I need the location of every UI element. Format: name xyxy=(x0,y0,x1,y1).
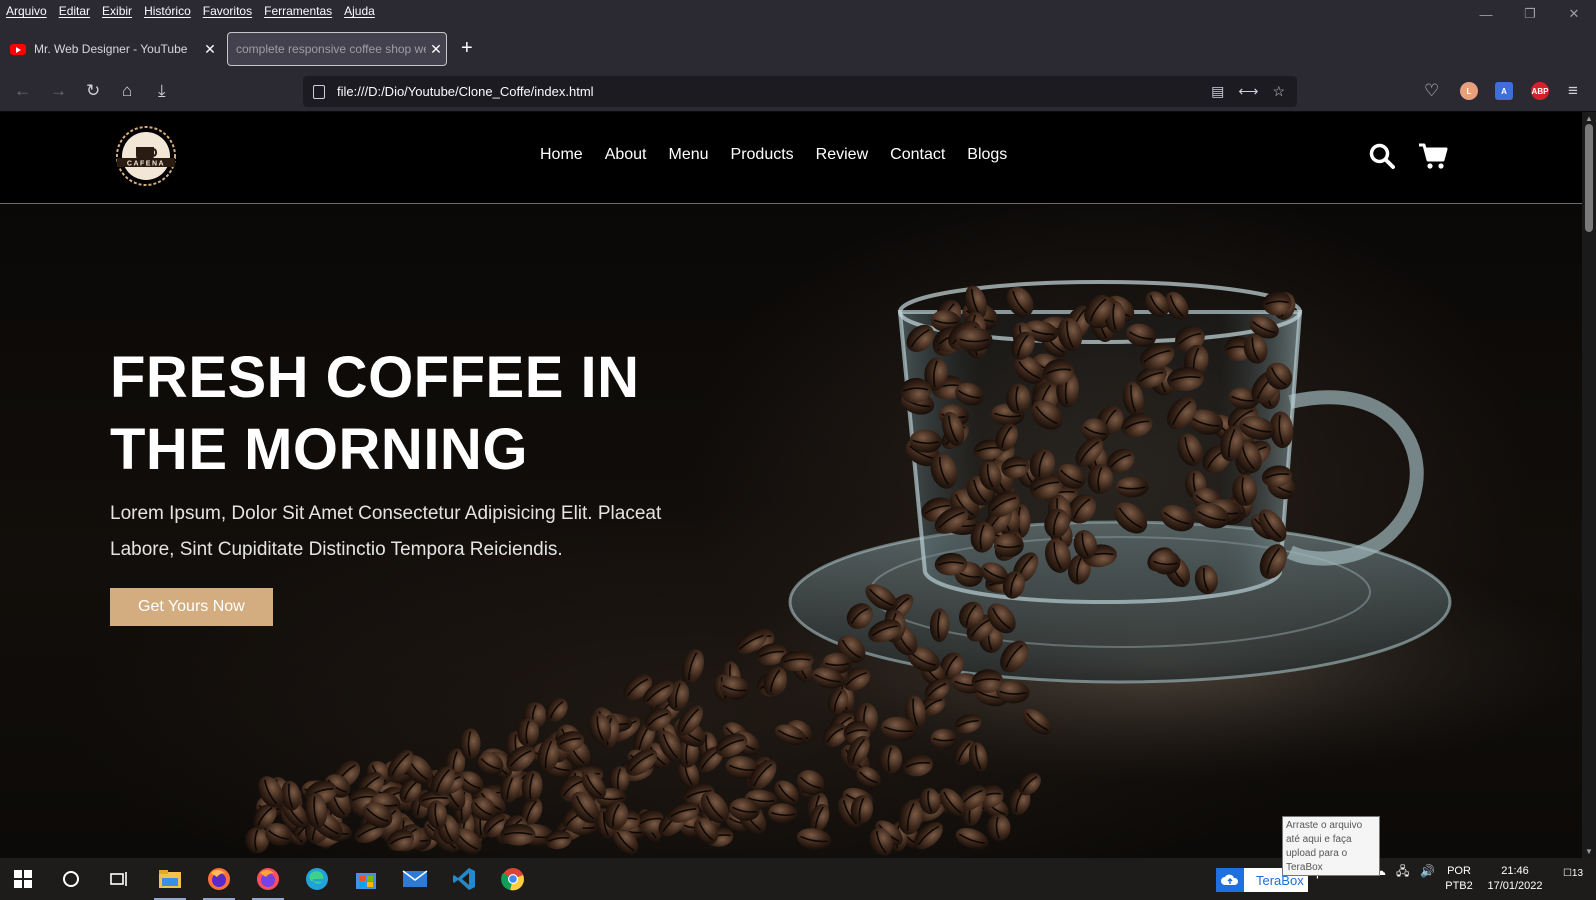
coffee-bean xyxy=(459,728,481,760)
adblock-icon[interactable]: ABP xyxy=(1531,82,1549,100)
url-text: file:///D:/Dio/Youtube/Clone_Coffe/index… xyxy=(337,84,594,99)
nav-home[interactable]: Home xyxy=(540,146,583,164)
download-icon[interactable]: ⤓ xyxy=(158,81,166,101)
hero-subtitle: Lorem Ipsum, Dolor Sit Amet Consectetur … xyxy=(110,503,662,560)
nav-products[interactable]: Products xyxy=(731,146,794,164)
coffee-bean xyxy=(986,814,1011,841)
home-icon[interactable]: ⌂ xyxy=(122,81,132,101)
tab-title: complete responsive coffee shop we xyxy=(236,42,426,56)
menu-exibir[interactable]: Exibir xyxy=(96,4,138,18)
nav-about[interactable]: About xyxy=(605,146,647,164)
coffee-bean xyxy=(1115,476,1149,498)
scroll-up-icon[interactable]: ▲ xyxy=(1582,114,1596,123)
edge-icon[interactable] xyxy=(304,866,330,892)
clock-time: 21:46 xyxy=(1501,865,1529,877)
page-icon xyxy=(313,84,325,99)
webpage: CAFENA Home About Menu Products Review C… xyxy=(0,112,1582,858)
mail-icon[interactable] xyxy=(402,866,428,892)
file-explorer-icon[interactable] xyxy=(157,866,183,892)
forward-icon[interactable]: → xyxy=(50,81,67,101)
coffee-bean xyxy=(681,649,704,684)
scrollbar-thumb[interactable] xyxy=(1585,124,1593,232)
reload-icon[interactable]: ↻ xyxy=(86,81,100,101)
new-tab-icon[interactable]: + xyxy=(461,38,473,58)
windows-start-icon[interactable] xyxy=(10,866,36,892)
nav-review[interactable]: Review xyxy=(816,146,868,164)
bookmark-star-icon[interactable]: ☆ xyxy=(1272,83,1285,100)
hero-content: FRESH COFFEE IN THE MORNING Lorem Ipsum,… xyxy=(110,342,710,626)
clock[interactable]: 21:46 17/01/2022 xyxy=(1482,864,1548,894)
notification-count: 13 xyxy=(1571,868,1584,879)
pocket-icon[interactable]: ♡ xyxy=(1424,81,1439,101)
firefox-dev-icon[interactable] xyxy=(255,866,281,892)
scroll-down-icon[interactable]: ▼ xyxy=(1582,847,1596,856)
menu-editar[interactable]: Editar xyxy=(53,4,96,18)
browser-menubar: Arquivo Editar Exibir Histórico Favorito… xyxy=(0,0,1596,22)
task-view-icon[interactable] xyxy=(106,866,132,892)
tab-bar: Mr. Web Designer - YouTube ✕ complete re… xyxy=(0,22,1596,71)
coffee-bean xyxy=(500,823,536,846)
chrome-icon[interactable] xyxy=(500,866,526,892)
hero-title: FRESH COFFEE IN THE MORNING xyxy=(110,342,710,486)
menu-ferramentas[interactable]: Ferramentas xyxy=(258,4,338,18)
translate-icon[interactable]: ⟷ xyxy=(1238,83,1258,100)
search-circle-icon[interactable] xyxy=(58,866,84,892)
coffee-bean xyxy=(993,533,1024,558)
firefox-icon[interactable] xyxy=(206,866,232,892)
coffee-bean xyxy=(796,828,832,850)
translate-extension-icon[interactable]: A xyxy=(1495,82,1513,100)
language-indicator[interactable]: POR PTB2 xyxy=(1442,864,1476,894)
store-icon[interactable] xyxy=(353,866,379,892)
terabox-cloud-icon xyxy=(1216,868,1244,892)
get-yours-now-button[interactable]: Get Yours Now xyxy=(110,588,273,626)
terabox-tooltip: Arraste o arquivo até aqui e faça upload… xyxy=(1282,816,1380,876)
close-tab-icon[interactable]: ✕ xyxy=(200,41,220,58)
site-header: CAFENA Home About Menu Products Review C… xyxy=(0,112,1582,204)
hamburger-menu-icon[interactable]: ≡ xyxy=(1568,81,1578,101)
tab-coffee-shop[interactable]: complete responsive coffee shop we ✕ xyxy=(227,32,447,66)
logo-text: CAFENA xyxy=(127,161,165,168)
search-icon[interactable] xyxy=(1368,142,1396,170)
browser-navbar: ← → ↻ ⌂ ⤓ file:///D:/Dio/Youtube/Clone_C… xyxy=(0,71,1596,112)
clock-date: 17/01/2022 xyxy=(1487,880,1543,892)
account-icon[interactable]: L xyxy=(1460,82,1478,100)
hero-title-line2: THE MORNING xyxy=(110,417,528,482)
close-tab-icon[interactable]: ✕ xyxy=(426,41,446,58)
main-nav: Home About Menu Products Review Contact … xyxy=(540,146,1007,164)
tab-title: Mr. Web Designer - YouTube xyxy=(34,42,188,56)
vscode-icon[interactable] xyxy=(451,866,477,892)
notification-center-icon[interactable]: ☐13 xyxy=(1558,866,1588,881)
menu-arquivo[interactable]: Arquivo xyxy=(0,4,53,18)
coffee-bean xyxy=(955,827,989,850)
menu-favoritos[interactable]: Favoritos xyxy=(197,4,258,18)
back-icon[interactable]: ← xyxy=(14,81,31,101)
coffee-bean xyxy=(545,697,568,722)
network-icon[interactable]: 🖧 xyxy=(1396,864,1409,879)
menu-ajuda[interactable]: Ajuda xyxy=(338,4,381,18)
cafena-logo[interactable]: CAFENA xyxy=(109,125,183,187)
tab-youtube[interactable]: Mr. Web Designer - YouTube ✕ xyxy=(0,32,220,66)
nav-blogs[interactable]: Blogs xyxy=(967,146,1007,164)
reader-view-icon[interactable]: ▤ xyxy=(1211,83,1224,100)
page-scrollbar[interactable]: ▲ ▼ xyxy=(1582,112,1596,858)
nav-contact[interactable]: Contact xyxy=(890,146,945,164)
address-bar[interactable]: file:///D:/Dio/Youtube/Clone_Coffe/index… xyxy=(303,76,1297,107)
youtube-icon xyxy=(10,43,26,55)
menu-historico[interactable]: Histórico xyxy=(138,4,197,18)
nav-menu[interactable]: Menu xyxy=(669,146,709,164)
volume-icon[interactable]: 🔊 xyxy=(1420,864,1435,879)
hero-title-line1: FRESH COFFEE IN xyxy=(110,345,640,410)
cart-icon[interactable] xyxy=(1418,142,1448,170)
